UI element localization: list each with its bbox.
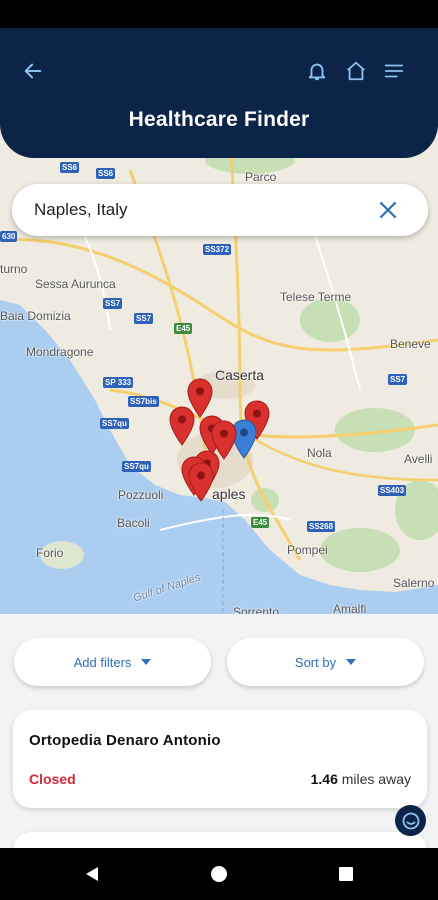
nav-back-icon[interactable]	[82, 864, 102, 884]
map-label: Mondragone	[26, 345, 94, 359]
hamburger-menu-icon[interactable]	[381, 58, 407, 84]
road-shield: SS7	[103, 298, 123, 309]
road-shield: SS372	[203, 244, 232, 255]
map-label: Amalfi	[333, 602, 367, 614]
road-shield: SS268	[307, 521, 336, 532]
add-filters-label: Add filters	[73, 654, 132, 670]
app-header: Healthcare Finder	[0, 28, 438, 158]
map-label: turno	[0, 262, 28, 276]
sort-by-button[interactable]: Sort by	[227, 638, 424, 686]
nav-recents-icon[interactable]	[336, 864, 356, 884]
add-filters-button[interactable]: Add filters	[14, 638, 211, 686]
map-label: Caserta	[215, 367, 265, 383]
page-title: Healthcare Finder	[128, 108, 310, 131]
system-nav-bar	[0, 848, 438, 900]
distance-value: 1.46	[310, 771, 338, 787]
map-label: Avelli	[404, 452, 433, 466]
map-label: Sorrento	[233, 605, 280, 614]
road-shield: SS7bis	[128, 396, 159, 407]
map-label: Bacoli	[117, 516, 150, 530]
road-shield: SS7qu	[122, 461, 151, 472]
map-pin-icon[interactable]	[187, 462, 215, 502]
road-shield: SS7	[388, 374, 408, 385]
home-icon[interactable]	[343, 58, 369, 84]
road-shield: E45	[251, 517, 270, 528]
map-label: Pompei	[287, 543, 328, 557]
provider-name: Ortopedia Denaro Antonio	[29, 732, 221, 749]
map-label: Salerno	[393, 576, 435, 590]
road-shield: SS7	[134, 313, 154, 324]
road-shield: SS403	[378, 485, 407, 496]
search-input[interactable]: Naples, Italy	[34, 200, 374, 220]
status-bar	[0, 0, 438, 28]
road-shield: SP 333	[103, 377, 134, 388]
clear-search-icon[interactable]	[374, 196, 402, 224]
bell-icon[interactable]	[304, 58, 330, 84]
map-label: Telese Terme	[280, 290, 352, 304]
caret-down-icon	[346, 659, 357, 665]
road-shield: SS6	[60, 162, 80, 173]
status-badge: Closed	[29, 771, 76, 787]
map-label: Baia Domizia	[0, 309, 71, 323]
map-label: Forio	[36, 546, 64, 560]
map-label: Parco	[245, 170, 277, 184]
chat-icon[interactable]	[395, 805, 426, 836]
distance-unit: miles away	[341, 771, 411, 787]
caret-down-icon	[141, 659, 152, 665]
road-shield: SS7qu	[100, 418, 129, 429]
map-label: Beneve	[390, 337, 431, 351]
result-card[interactable]: Ortopedia Denaro Antonio Closed 1.46 mil…	[13, 710, 427, 808]
map-pin-icon[interactable]	[168, 406, 196, 446]
location-search[interactable]: Naples, Italy	[12, 184, 428, 236]
map-label: Sessa Aurunca	[35, 277, 116, 291]
road-shield: 630	[0, 231, 18, 242]
distance-label: 1.46 miles away	[311, 771, 411, 787]
nav-home-icon[interactable]	[209, 864, 229, 884]
map-label: Pozzuoli	[118, 488, 164, 502]
map-label: Nola	[307, 446, 332, 460]
road-shield: E45	[174, 323, 193, 334]
sort-by-label: Sort by	[294, 654, 337, 670]
back-arrow-icon[interactable]	[20, 58, 46, 84]
road-shield: SS6	[96, 168, 116, 179]
